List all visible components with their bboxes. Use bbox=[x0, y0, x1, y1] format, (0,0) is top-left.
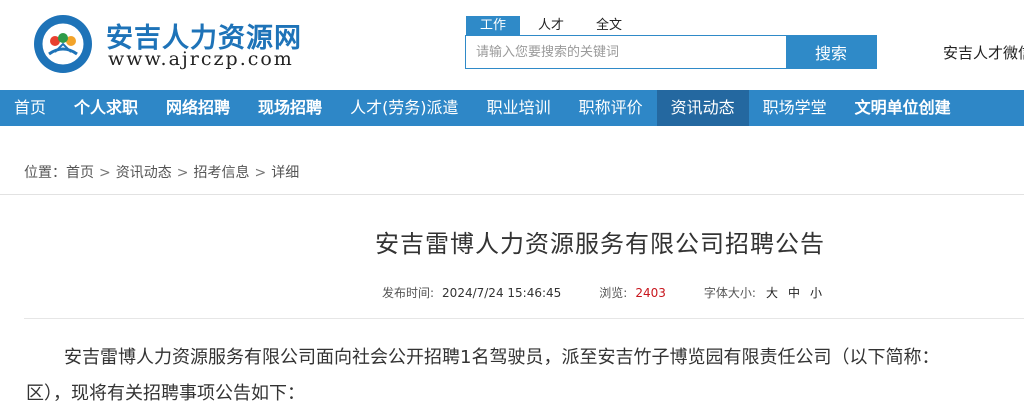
search-tab-work[interactable]: 工作 bbox=[466, 16, 521, 35]
breadcrumb-news[interactable]: 资讯动态 bbox=[116, 165, 172, 181]
font-size-small-button[interactable]: 小 bbox=[810, 284, 822, 301]
article-meta: 发布时间: 2024/7/24 15:46:45 浏览: 2403 字体大小: … bbox=[382, 284, 822, 301]
breadcrumb-home[interactable]: 首页 bbox=[66, 165, 94, 181]
breadcrumb-detail: 详细 bbox=[271, 165, 300, 181]
nav-item-job-seeking[interactable]: 个人求职 bbox=[60, 90, 152, 126]
site-url: www.ajrczp.com bbox=[108, 48, 294, 70]
nav-item-title-evaluation[interactable]: 职称评价 bbox=[565, 90, 657, 126]
search-tab-talent[interactable]: 人才 bbox=[524, 16, 578, 35]
nav-item-news[interactable]: 资讯动态 bbox=[656, 90, 749, 126]
views-label: 浏览: bbox=[599, 286, 628, 300]
search-box: 搜索 bbox=[465, 35, 877, 69]
breadcrumb-separator: > bbox=[254, 165, 267, 181]
breadcrumb-separator: > bbox=[176, 165, 189, 181]
publish-time-label: 发布时间: bbox=[382, 286, 435, 300]
search-input[interactable] bbox=[466, 36, 786, 68]
breadcrumb-separator: > bbox=[99, 165, 111, 181]
breadcrumb-divider bbox=[0, 194, 1024, 195]
nav-item-civilized-unit[interactable]: 文明单位创建 bbox=[841, 90, 965, 126]
font-size-medium-button[interactable]: 中 bbox=[788, 284, 800, 301]
views-count: 2403 bbox=[635, 285, 666, 300]
article-paragraph-line: 区），现将有关招聘事项公告如下： bbox=[26, 383, 305, 404]
article-paragraph-line: 安吉雷博人力资源服务有限公司面向社会公开招聘1名驾驶员，派至安吉竹子博览园有限责… bbox=[64, 347, 940, 368]
main-nav: 首页 个人求职 网络招聘 现场招聘 人才(劳务)派遣 职业培训 职称评价 资讯动… bbox=[0, 90, 1024, 126]
nav-item-onsite-recruiting[interactable]: 现场招聘 bbox=[244, 90, 336, 126]
nav-item-workplace-school[interactable]: 职场学堂 bbox=[749, 90, 841, 126]
search-tab-fulltext[interactable]: 全文 bbox=[582, 16, 636, 35]
search-button[interactable]: 搜索 bbox=[786, 36, 876, 68]
site-header: 安吉人力资源网 www.ajrczp.com 工作 人才 全文 搜索 安吉人才微… bbox=[0, 0, 1024, 90]
font-size-label: 字体大小: bbox=[703, 286, 756, 300]
nav-item-training[interactable]: 职业培训 bbox=[473, 90, 565, 126]
breadcrumb-exam-info[interactable]: 招考信息 bbox=[193, 165, 249, 181]
wechat-link[interactable]: 安吉人才微信 bbox=[943, 42, 1024, 63]
meta-divider bbox=[24, 318, 1024, 319]
publish-time: 2024/7/24 15:46:45 bbox=[442, 285, 562, 300]
nav-item-online-recruiting[interactable]: 网络招聘 bbox=[152, 90, 244, 126]
search-tabs: 工作 人才 全文 bbox=[466, 16, 640, 36]
nav-item-home[interactable]: 首页 bbox=[0, 90, 60, 126]
breadcrumb: 位置：首页 > 资讯动态 > 招考信息 > 详细 bbox=[24, 162, 299, 182]
nav-item-dispatch[interactable]: 人才(劳务)派遣 bbox=[336, 90, 473, 126]
article-body: 安吉雷博人力资源服务有限公司面向社会公开招聘1名驾驶员，派至安吉竹子博览园有限责… bbox=[26, 340, 1024, 412]
article-title: 安吉雷博人力资源服务有限公司招聘公告 bbox=[375, 230, 825, 258]
emblem-logo-icon[interactable] bbox=[33, 14, 93, 74]
font-size-large-button[interactable]: 大 bbox=[766, 284, 778, 301]
breadcrumb-prefix: 位置： bbox=[24, 165, 66, 181]
